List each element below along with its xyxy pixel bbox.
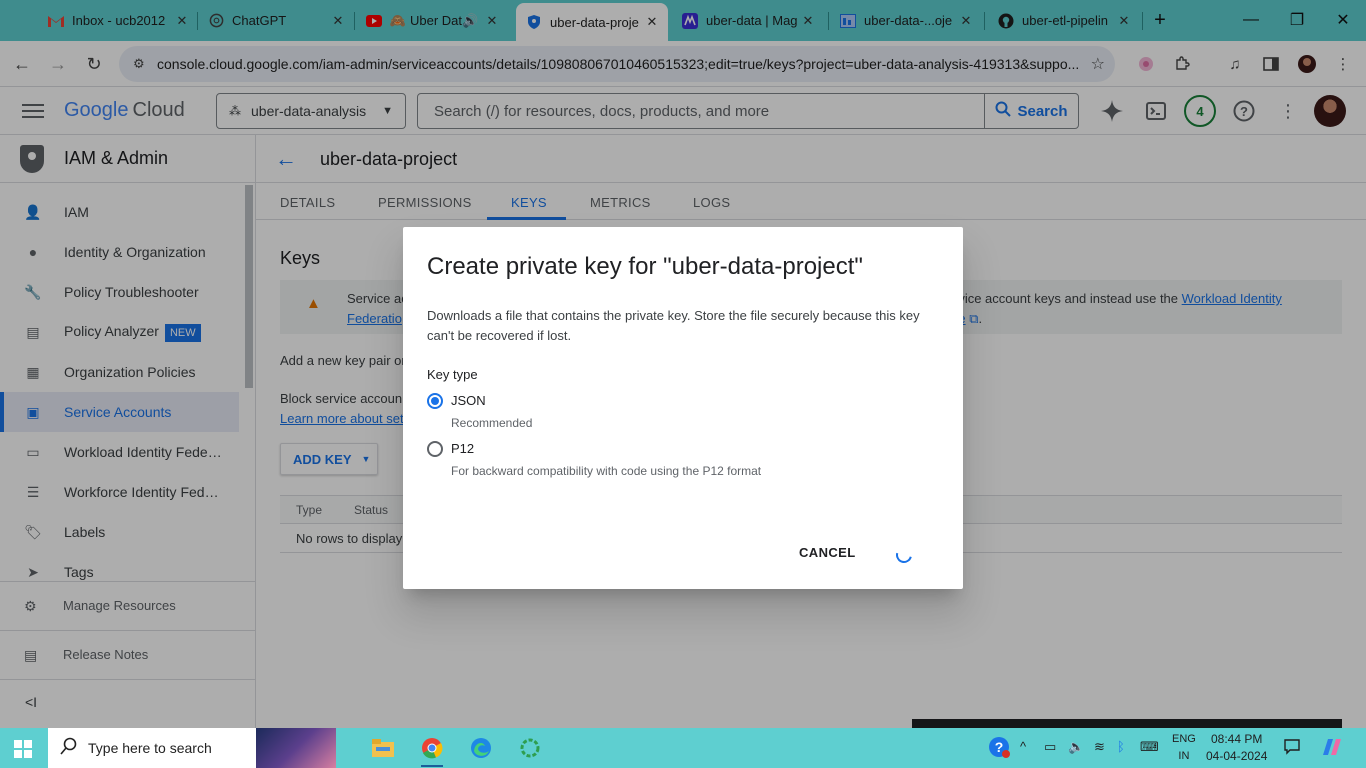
battery-icon[interactable]: ▭ xyxy=(1044,739,1056,755)
p12-radio[interactable] xyxy=(427,441,443,457)
key-type-label: Key type xyxy=(427,367,478,382)
search-icon xyxy=(60,737,78,760)
system-clock[interactable]: 08:44 PM 04-04-2024 xyxy=(1206,731,1267,765)
input-language[interactable]: ENG IN xyxy=(1172,731,1196,765)
taskbar-search-placeholder: Type here to search xyxy=(88,740,212,756)
lang-bottom: IN xyxy=(1178,750,1190,762)
json-radio[interactable] xyxy=(427,393,443,409)
loading-app-icon[interactable] xyxy=(515,734,545,762)
lang-top: ENG xyxy=(1172,733,1196,745)
notification-center-icon[interactable] xyxy=(1284,739,1300,758)
file-explorer-icon[interactable] xyxy=(368,734,398,762)
taskbar-search-input[interactable]: Type here to search xyxy=(48,728,336,768)
p12-help: For backward compatibility with code usi… xyxy=(451,464,762,478)
wifi-icon[interactable]: ≋ xyxy=(1094,739,1105,755)
clock-time: 08:44 PM xyxy=(1211,732,1263,746)
loading-spinner-icon xyxy=(893,544,915,566)
dialog-description: Downloads a file that contains the priva… xyxy=(427,308,920,343)
windows-start-icon[interactable] xyxy=(14,740,32,758)
json-label[interactable]: JSON xyxy=(451,393,486,408)
chrome-taskbar-icon[interactable] xyxy=(417,734,447,767)
chevron-up-icon[interactable]: ^ xyxy=(1020,739,1026,754)
dialog-title: Create private key for "uber-data-projec… xyxy=(427,253,863,280)
cancel-button[interactable]: CANCEL xyxy=(799,545,856,560)
copilot-icon[interactable] xyxy=(1321,737,1343,760)
edge-icon[interactable] xyxy=(466,734,496,762)
create-key-dialog: Create private key for "uber-data-projec… xyxy=(403,227,963,589)
help-tray-icon[interactable]: ? xyxy=(988,736,1010,761)
svg-text:?: ? xyxy=(995,739,1004,755)
speaker-icon[interactable]: 🔈 xyxy=(1068,739,1084,755)
clock-date: 04-04-2024 xyxy=(1206,749,1268,763)
search-highlight-art xyxy=(256,728,336,768)
bluetooth-icon[interactable]: ᛒ xyxy=(1117,739,1125,754)
json-help: Recommended xyxy=(451,416,533,430)
windows-taskbar: Type here to search ? ▭ ^ 🔈 ≋ ᛒ ⌨ ENG IN … xyxy=(0,728,1366,768)
p12-label[interactable]: P12 xyxy=(451,441,474,456)
keyboard-icon[interactable]: ⌨ xyxy=(1140,739,1159,755)
